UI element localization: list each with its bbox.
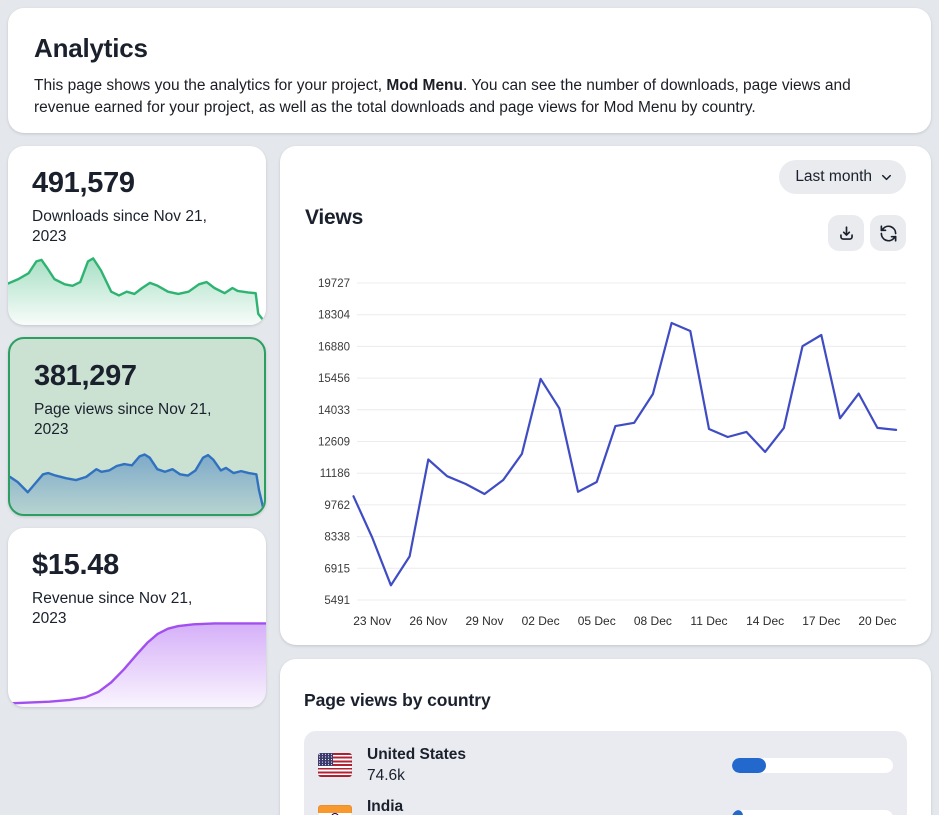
stat-card-page-views[interactable]: 381,297 Page views since Nov 21, 2023 <box>8 337 266 516</box>
downloads-sparkline <box>8 251 266 325</box>
refresh-icon <box>879 224 898 243</box>
date-range-label: Last month <box>795 168 872 186</box>
revenue-sparkline <box>8 619 266 707</box>
page-views-label: Page views since Nov 21, 2023 <box>10 393 264 440</box>
page-title: Analytics <box>8 8 931 64</box>
svg-text:14033: 14033 <box>318 405 350 417</box>
page-description: This page shows you the analytics for yo… <box>34 75 905 119</box>
country-info: United States 74.6k <box>367 746 466 785</box>
country-progress-fill <box>732 810 743 815</box>
svg-text:02 Dec: 02 Dec <box>522 614 560 628</box>
svg-text:26 Nov: 26 Nov <box>409 614 447 628</box>
country-progress-bar <box>732 758 893 773</box>
country-info: India <box>367 798 403 815</box>
svg-text:20 Dec: 20 Dec <box>858 614 896 628</box>
country-progress-bar <box>732 810 893 815</box>
project-name: Mod Menu <box>386 77 463 94</box>
country-list: United States 74.6k India <box>304 731 907 815</box>
views-line-chart[interactable]: 19727 18304 16880 15456 14033 12609 11186 9762 8… <box>304 256 920 638</box>
country-row-india: India <box>318 791 893 815</box>
country-views-card: Page views by country United States 74.6… <box>280 659 931 815</box>
chart-title: Views <box>305 206 363 230</box>
svg-text:05 Dec: 05 Dec <box>578 614 616 628</box>
svg-text:8338: 8338 <box>324 532 350 544</box>
svg-text:18304: 18304 <box>318 310 351 322</box>
refresh-chart-button[interactable] <box>870 215 906 251</box>
downloads-count: 491,579 <box>8 146 266 200</box>
svg-text:29 Nov: 29 Nov <box>465 614 503 628</box>
stat-card-downloads[interactable]: 491,579 Downloads since Nov 21, 2023 <box>8 146 266 325</box>
svg-text:11186: 11186 <box>320 468 350 480</box>
svg-text:23 Nov: 23 Nov <box>353 614 391 628</box>
svg-text:11 Dec: 11 Dec <box>690 614 727 628</box>
svg-text:17 Dec: 17 Dec <box>802 614 840 628</box>
stat-card-revenue[interactable]: $15.48 Revenue since Nov 21, 2023 <box>8 528 266 707</box>
chevron-down-icon <box>879 170 894 185</box>
country-name: United States <box>367 746 466 764</box>
analytics-page: Analytics This page shows you the analyt… <box>0 0 939 815</box>
us-flag-icon <box>318 753 352 777</box>
date-range-selector[interactable]: Last month <box>779 160 906 194</box>
svg-text:6915: 6915 <box>324 563 350 575</box>
header-card: Analytics This page shows you the analyt… <box>8 8 931 133</box>
svg-text:19727: 19727 <box>318 278 350 290</box>
svg-text:5491: 5491 <box>324 595 350 607</box>
svg-text:08 Dec: 08 Dec <box>634 614 672 628</box>
country-progress-fill <box>732 758 766 773</box>
india-flag-icon <box>318 805 352 815</box>
country-row-united-states: United States 74.6k <box>318 739 893 791</box>
download-chart-button[interactable] <box>828 215 864 251</box>
svg-text:9762: 9762 <box>324 500 350 512</box>
svg-text:16880: 16880 <box>318 341 350 353</box>
revenue-amount: $15.48 <box>8 528 266 582</box>
svg-text:12609: 12609 <box>318 437 350 449</box>
svg-text:14 Dec: 14 Dec <box>746 614 784 628</box>
page-views-count: 381,297 <box>10 339 264 393</box>
views-chart-card: Last month Views 19727 18304 16880 15456 140… <box>280 146 931 645</box>
page-views-sparkline <box>10 450 264 514</box>
description-text-before: This page shows you the analytics for yo… <box>34 77 386 94</box>
country-page-views: 74.6k <box>367 767 466 785</box>
svg-text:15456: 15456 <box>318 373 350 385</box>
download-icon <box>837 224 856 243</box>
downloads-label: Downloads since Nov 21, 2023 <box>8 200 266 247</box>
country-name: India <box>367 798 403 815</box>
country-card-title: Page views by country <box>280 659 931 711</box>
